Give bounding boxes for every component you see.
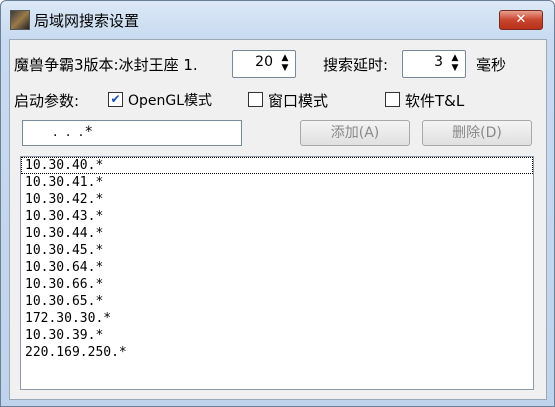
version-spinner[interactable]: 20 ▲ ▼ bbox=[232, 50, 296, 78]
warcraft-app-icon bbox=[10, 10, 30, 30]
opengl-label[interactable]: OpenGL模式 bbox=[128, 90, 212, 110]
list-item[interactable]: 10.30.42.* bbox=[21, 191, 533, 208]
opengl-checkbox[interactable]: ✔ bbox=[108, 92, 123, 107]
list-item[interactable]: 10.30.40.* bbox=[21, 157, 533, 174]
software-tl-checkbox[interactable] bbox=[385, 92, 400, 107]
list-item[interactable]: 10.30.41.* bbox=[21, 174, 533, 191]
list-item[interactable]: 10.30.39.* bbox=[21, 327, 533, 344]
list-item[interactable]: 10.30.43.* bbox=[21, 208, 533, 225]
close-button[interactable]: ✕ bbox=[499, 10, 543, 30]
software-tl-label[interactable]: 软件T&L bbox=[405, 90, 464, 111]
window-title: 局域网搜索设置 bbox=[34, 12, 140, 30]
list-item[interactable]: 10.30.45.* bbox=[21, 242, 533, 259]
delete-button[interactable]: 删除(D) bbox=[422, 120, 532, 146]
window-mode-checkbox[interactable] bbox=[248, 92, 263, 107]
list-item[interactable]: 10.30.65.* bbox=[21, 293, 533, 310]
spinner-arrows-icon[interactable]: ▲ ▼ bbox=[449, 53, 461, 75]
list-item[interactable]: 172.30.30.* bbox=[21, 310, 533, 327]
ip-address-input[interactable]: . . .* bbox=[22, 120, 242, 146]
version-value: 20 bbox=[255, 54, 273, 70]
ip-address-value: . . .* bbox=[53, 124, 95, 140]
list-item[interactable]: 10.30.44.* bbox=[21, 225, 533, 242]
spinner-arrows-icon[interactable]: ▲ ▼ bbox=[279, 53, 291, 75]
delay-value: 3 bbox=[434, 54, 443, 70]
version-label: 魔兽争霸3版本:冰封王座 1. bbox=[14, 56, 198, 74]
add-button[interactable]: 添加(A) bbox=[300, 120, 410, 146]
title-bar[interactable]: 局域网搜索设置 ✕ bbox=[1, 1, 554, 39]
dialog-window: 局域网搜索设置 ✕ 魔兽争霸3版本:冰封王座 1. 20 ▲ ▼ 搜索延时: 3 … bbox=[0, 0, 555, 407]
list-item[interactable]: 10.30.66.* bbox=[21, 276, 533, 293]
window-mode-label[interactable]: 窗口模式 bbox=[268, 90, 328, 111]
list-item[interactable]: 220.169.250.* bbox=[21, 344, 533, 361]
delay-unit-label: 毫秒 bbox=[476, 56, 507, 74]
delay-spinner[interactable]: 3 ▲ ▼ bbox=[402, 50, 466, 78]
launch-params-label: 启动参数: bbox=[14, 92, 80, 110]
dialog-client-area: 魔兽争霸3版本:冰封王座 1. 20 ▲ ▼ 搜索延时: 3 ▲ ▼ 毫秒 启动参数… bbox=[9, 39, 547, 400]
ip-list[interactable]: 10.30.40.* 10.30.41.* 10.30.42.* 10.30.4… bbox=[20, 156, 534, 390]
list-item[interactable]: 10.30.64.* bbox=[21, 259, 533, 276]
delay-label: 搜索延时: bbox=[323, 56, 389, 74]
